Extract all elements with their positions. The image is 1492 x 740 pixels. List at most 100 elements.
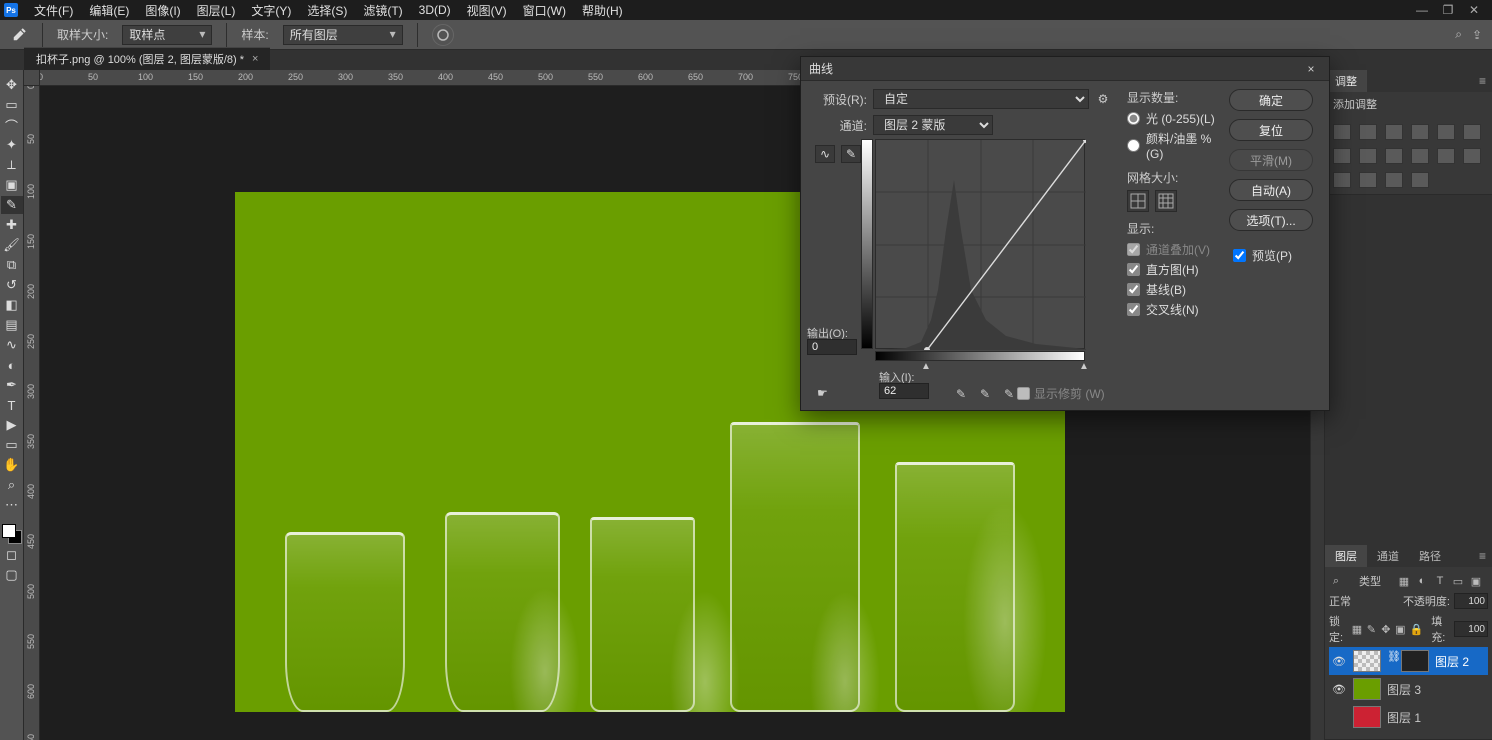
curve-point-tool-icon[interactable]: ∿ [815,145,835,163]
reset-button[interactable]: 复位 [1229,119,1313,141]
menu-type[interactable]: 文字(Y) [245,0,297,21]
menu-select[interactable]: 选择(S) [301,0,353,21]
tab-paths[interactable]: 路径 [1409,545,1451,567]
lock-artboard-icon[interactable]: ▣ [1395,622,1405,636]
move-tool-icon[interactable]: ✥ [1,76,23,94]
curve-graph[interactable] [875,139,1085,349]
layer-name[interactable]: 图层 2 [1435,653,1469,670]
posterize-adjustment-icon[interactable] [1333,172,1351,188]
targeted-adjustment-icon[interactable]: ☛ [817,386,828,400]
lock-transparent-icon[interactable]: ▦ [1352,622,1362,636]
bw-adjustment-icon[interactable] [1359,148,1377,164]
panel-menu-icon[interactable]: ≡ [1473,74,1492,88]
color-lookup-adjustment-icon[interactable] [1437,148,1455,164]
edit-toolbar-icon[interactable]: ⋯ [1,496,23,514]
auto-button[interactable]: 自动(A) [1229,179,1313,201]
sample-dropdown[interactable]: 所有图层 [283,25,403,45]
output-value-input[interactable] [807,339,857,355]
levels-adjustment-icon[interactable] [1359,124,1377,140]
quick-select-tool-icon[interactable]: ✦ [1,136,23,154]
color-balance-adjustment-icon[interactable] [1333,148,1351,164]
brightness-adjustment-icon[interactable] [1333,124,1351,140]
show-histogram-checkbox[interactable]: 直方图(H) [1127,261,1215,278]
layer-visibility-icon[interactable]: 👁 [1331,683,1347,696]
layer-filter-type-dropdown[interactable]: 类型 [1347,573,1393,589]
menu-file[interactable]: 文件(F) [28,0,79,21]
amount-light-radio[interactable]: 光 (0-255)(L) [1127,110,1215,127]
quick-mask-icon[interactable]: ◻ [1,546,23,564]
curves-dialog[interactable]: 曲线 × 预设(R): 自定 ⚙ 通道: 图层 2 蒙版 ∿ ✎ [800,56,1330,411]
show-overlay-checkbox[interactable]: 通道叠加(V) [1127,241,1215,258]
layer-mask-thumbnail[interactable] [1401,650,1429,672]
tab-layers[interactable]: 图层 [1325,545,1367,567]
layer-name[interactable]: 图层 1 [1387,709,1421,726]
preset-settings-icon[interactable]: ⚙ [1095,91,1111,107]
lasso-tool-icon[interactable]: ⌒ [1,116,23,134]
type-tool-icon[interactable]: T [1,396,23,414]
heal-tool-icon[interactable]: ✚ [1,216,23,234]
channel-mixer-adjustment-icon[interactable] [1411,148,1429,164]
document-tab-active[interactable]: 扣杯子.png @ 100% (图层 2, 图层蒙版/8) * × [24,47,270,70]
curves-adjustment-icon[interactable] [1385,124,1403,140]
vibrance-adjustment-icon[interactable] [1437,124,1455,140]
opacity-input[interactable] [1454,593,1488,609]
layer-filter-shape-icon[interactable]: ▭ [1451,574,1465,588]
pen-tool-icon[interactable]: ✒ [1,376,23,394]
layer-name[interactable]: 图层 3 [1387,681,1421,698]
document-tab-close-icon[interactable]: × [252,53,258,65]
layer-thumbnail[interactable] [1353,650,1381,672]
history-brush-tool-icon[interactable]: ↺ [1,276,23,294]
menu-window[interactable]: 窗口(W) [517,0,572,21]
menu-edit[interactable]: 编辑(E) [83,0,135,21]
white-point-slider[interactable]: ▲ [1079,361,1089,372]
lock-all-icon[interactable]: 🔒 [1410,622,1424,636]
blur-tool-icon[interactable]: ∿ [1,336,23,354]
hue-adjustment-icon[interactable] [1463,124,1481,140]
ruler-vertical[interactable]: 0501001502002503003504004505005506006507… [24,86,40,740]
blend-mode-dropdown[interactable]: 正常 [1329,593,1351,609]
white-point-eyedropper-icon[interactable]: ✎ [1001,386,1017,402]
gradient-tool-icon[interactable]: ▤ [1,316,23,334]
shape-tool-icon[interactable]: ▭ [1,436,23,454]
menu-image[interactable]: 图像(I) [139,0,186,21]
lock-pixels-icon[interactable]: ✎ [1366,622,1376,636]
menu-view[interactable]: 视图(V) [461,0,513,21]
preview-checkbox[interactable]: 预览(P) [1233,247,1292,264]
window-close-icon[interactable]: ✕ [1464,3,1484,17]
marquee-tool-icon[interactable]: ▭ [1,96,23,114]
show-baseline-checkbox[interactable]: 基线(B) [1127,281,1215,298]
options-button[interactable]: 选项(T)... [1229,209,1313,231]
photo-filter-adjustment-icon[interactable] [1385,148,1403,164]
gray-point-eyedropper-icon[interactable]: ✎ [977,386,993,402]
layer-filter-adjust-icon[interactable]: ◐ [1415,574,1429,588]
path-select-tool-icon[interactable]: ▶ [1,416,23,434]
layer-thumbnail[interactable] [1353,706,1381,728]
menu-help[interactable]: 帮助(H) [576,0,629,21]
show-intersect-checkbox[interactable]: 交叉线(N) [1127,301,1215,318]
sample-size-dropdown[interactable]: 取样点 [122,25,212,45]
smooth-button[interactable]: 平滑(M) [1229,149,1313,171]
zoom-tool-icon[interactable]: ⌕ [1,476,23,494]
dialog-close-icon[interactable]: × [1301,62,1321,76]
amount-pigment-radio[interactable]: 颜料/油墨 %(G) [1127,130,1215,161]
show-clipping-checkbox[interactable]: 显示修剪 (W) [1017,385,1105,402]
exposure-adjustment-icon[interactable] [1411,124,1429,140]
eyedropper-tool-icon[interactable]: ✎ [1,196,23,214]
layer-row[interactable]: 👁 图层 3 [1329,675,1488,703]
layer-row[interactable]: 👁 ⛓ 图层 2 [1329,647,1488,675]
menu-3d[interactable]: 3D(D) [413,1,457,19]
threshold-adjustment-icon[interactable] [1359,172,1377,188]
foreground-color-swatch[interactable] [2,524,16,538]
layer-filter-search-icon[interactable]: ⌕ [1329,574,1343,588]
frame-tool-icon[interactable]: ▣ [1,176,23,194]
tab-adjustments[interactable]: 调整 [1325,70,1367,92]
tab-channels[interactable]: 通道 [1367,545,1409,567]
selective-color-adjustment-icon[interactable] [1411,172,1429,188]
lock-position-icon[interactable]: ✥ [1381,622,1391,636]
screen-mode-icon[interactable]: ▢ [1,566,23,584]
dodge-tool-icon[interactable]: ◐ [1,356,23,374]
black-point-eyedropper-icon[interactable]: ✎ [953,386,969,402]
share-icon[interactable]: ⇪ [1472,28,1482,42]
layer-filter-type-icon[interactable]: T [1433,574,1447,588]
menu-layer[interactable]: 图层(L) [191,0,242,21]
